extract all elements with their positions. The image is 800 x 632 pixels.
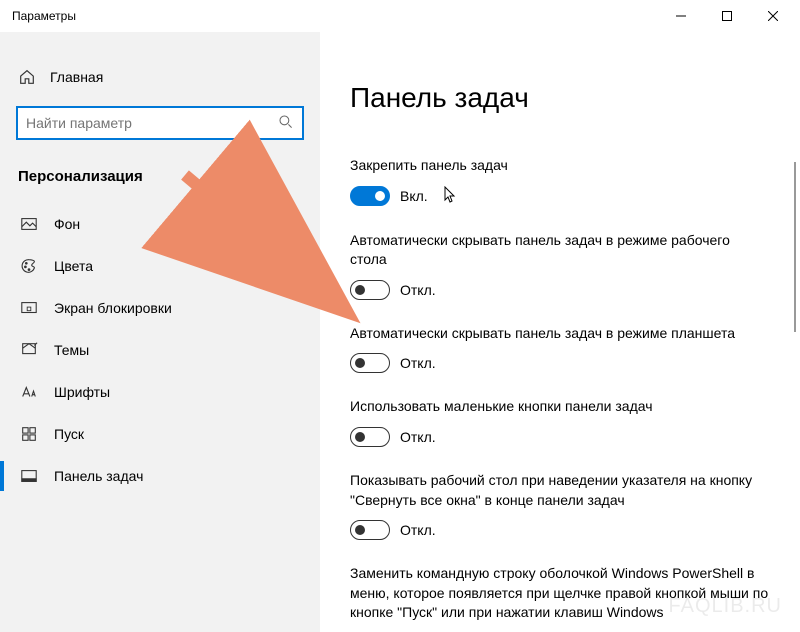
setting-lock-taskbar: Закрепить панель задач Вкл. bbox=[350, 156, 770, 207]
toggle-state: Откл. bbox=[400, 522, 436, 538]
sidebar-item-label: Пуск bbox=[54, 426, 84, 442]
setting-small-buttons: Использовать маленькие кнопки панели зад… bbox=[350, 397, 770, 447]
home-icon bbox=[18, 68, 36, 86]
sidebar-item-label: Панель задач bbox=[54, 468, 143, 484]
sidebar-item-label: Темы bbox=[54, 342, 89, 358]
sidebar-item-label: Экран блокировки bbox=[54, 300, 172, 316]
setting-label: Автоматически скрывать панель задач в ре… bbox=[350, 324, 770, 344]
toggle-state: Откл. bbox=[400, 355, 436, 371]
sidebar-item-label: Цвета bbox=[54, 258, 93, 274]
close-button[interactable] bbox=[750, 0, 796, 32]
sidebar-item-fonts[interactable]: Шрифты bbox=[12, 371, 308, 413]
toggle-autohide-desktop[interactable] bbox=[350, 280, 390, 300]
setting-autohide-tablet: Автоматически скрывать панель задач в ре… bbox=[350, 324, 770, 374]
sidebar-item-label: Фон bbox=[54, 216, 80, 232]
search-box[interactable] bbox=[16, 106, 304, 140]
toggle-state: Откл. bbox=[400, 429, 436, 445]
sidebar: Главная Персонализация Фон Цвета Э bbox=[0, 32, 320, 632]
search-input[interactable] bbox=[26, 115, 278, 131]
setting-label: Заменить командную строку оболочкой Wind… bbox=[350, 564, 770, 623]
scrollbar[interactable] bbox=[794, 162, 796, 332]
setting-autohide-desktop: Автоматически скрывать панель задач в ре… bbox=[350, 231, 770, 300]
setting-label: Автоматически скрывать панель задач в ре… bbox=[350, 231, 770, 270]
page-title: Панель задач bbox=[350, 82, 770, 114]
minimize-button[interactable] bbox=[658, 0, 704, 32]
cursor-icon bbox=[444, 186, 458, 207]
sidebar-item-start[interactable]: Пуск bbox=[12, 413, 308, 455]
setting-label: Показывать рабочий стол при наведении ук… bbox=[350, 471, 770, 510]
toggle-lock-taskbar[interactable] bbox=[350, 186, 390, 206]
toggle-small-buttons[interactable] bbox=[350, 427, 390, 447]
window-title: Параметры bbox=[12, 9, 658, 23]
image-icon bbox=[20, 215, 38, 233]
toggle-state: Откл. bbox=[400, 282, 436, 298]
sidebar-item-colors[interactable]: Цвета bbox=[12, 245, 308, 287]
toggle-autohide-tablet[interactable] bbox=[350, 353, 390, 373]
sidebar-item-label: Шрифты bbox=[54, 384, 110, 400]
taskbar-icon bbox=[20, 467, 38, 485]
section-title: Персонализация bbox=[12, 164, 308, 203]
setting-label: Закрепить панель задач bbox=[350, 156, 770, 176]
toggle-peek-desktop[interactable] bbox=[350, 520, 390, 540]
sidebar-item-lockscreen[interactable]: Экран блокировки bbox=[12, 287, 308, 329]
search-icon bbox=[278, 114, 294, 133]
sidebar-item-themes[interactable]: Темы bbox=[12, 329, 308, 371]
setting-peek-desktop: Показывать рабочий стол при наведении ук… bbox=[350, 471, 770, 540]
maximize-button[interactable] bbox=[704, 0, 750, 32]
window-titlebar: Параметры bbox=[0, 0, 800, 32]
setting-replace-cmd: Заменить командную строку оболочкой Wind… bbox=[350, 564, 770, 623]
lockscreen-icon bbox=[20, 299, 38, 317]
start-icon bbox=[20, 425, 38, 443]
sidebar-item-taskbar[interactable]: Панель задач bbox=[12, 455, 308, 497]
toggle-state: Вкл. bbox=[400, 188, 428, 204]
themes-icon bbox=[20, 341, 38, 359]
palette-icon bbox=[20, 257, 38, 275]
sidebar-item-background[interactable]: Фон bbox=[12, 203, 308, 245]
main-panel: Панель задач Закрепить панель задач Вкл.… bbox=[320, 32, 800, 632]
home-nav[interactable]: Главная bbox=[12, 58, 308, 96]
home-label: Главная bbox=[50, 69, 103, 85]
fonts-icon bbox=[20, 383, 38, 401]
setting-label: Использовать маленькие кнопки панели зад… bbox=[350, 397, 770, 417]
